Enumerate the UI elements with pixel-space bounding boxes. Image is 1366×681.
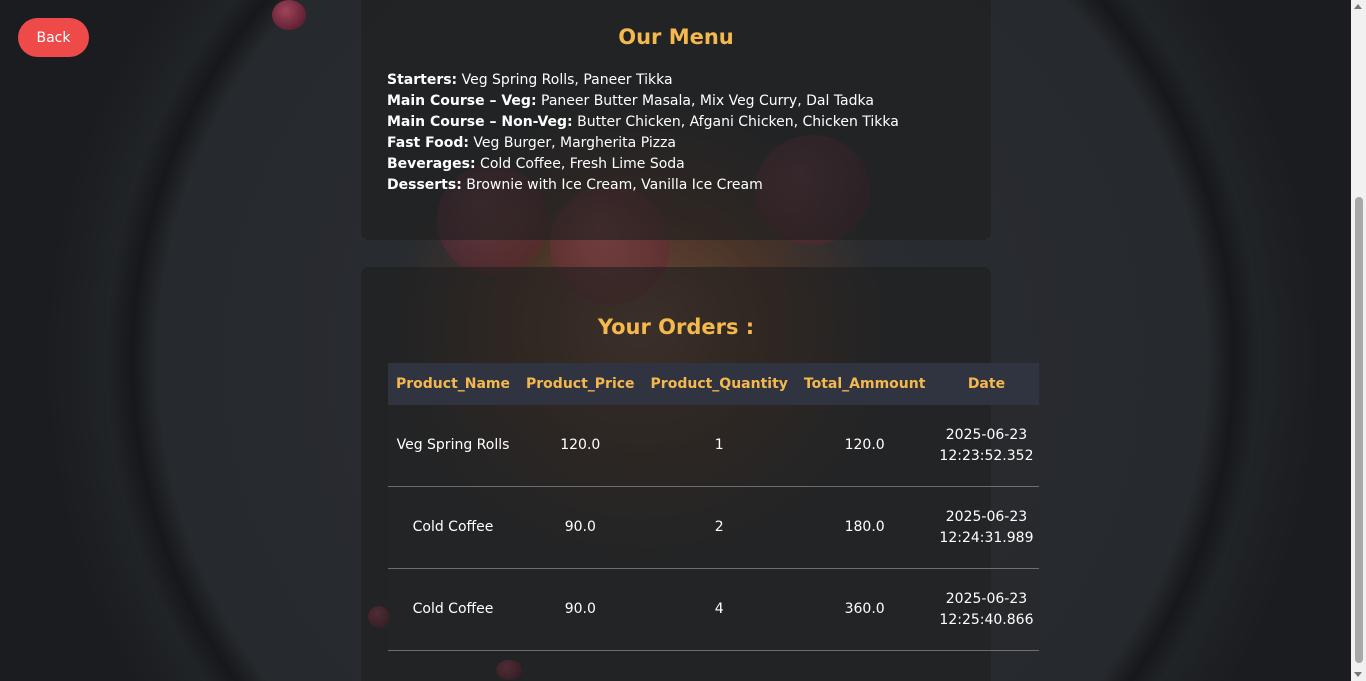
table-row: Cold Coffee 90.0 2 180.0 2025-06-23 12:2… [388,486,1040,569]
menu-items: Veg Burger, Margherita Pizza [473,135,676,151]
menu-items: Brownie with Ice Cream, Vanilla Ice Crea… [466,177,763,193]
cell-product-quantity: 4 [642,568,796,651]
menu-category: Fast Food: [387,135,469,151]
menu-category: Main Course – Veg: [387,93,537,109]
cell-total-amount: 120.0 [795,405,934,487]
menu-category: Desserts: [387,177,462,193]
cell-total-amount: 180.0 [795,486,934,569]
menu-items: Veg Spring Rolls, Paneer Tikka [461,72,673,88]
table-row: Veg Spring Rolls 120.0 1 120.0 2025-06-2… [388,405,1040,487]
column-header-product-price: Product_Price [518,363,643,405]
menu-items: Cold Coffee, Fresh Lime Soda [480,156,685,172]
menu-category: Main Course – Non-Veg: [387,114,573,130]
column-header-product-name: Product_Name [388,363,519,405]
cell-date: 2025-06-23 12:24:31.989 [933,486,1040,569]
cell-date: 2025-06-23 12:25:40.866 [933,568,1040,651]
cell-total-amount: 360.0 [795,568,934,651]
column-header-total-amount: Total_Ammount [795,363,934,405]
orders-table: Product_Name Product_Price Product_Quant… [388,363,1040,651]
column-header-product-quantity: Product_Quantity [642,363,796,405]
menu-list: Starters: Veg Spring Rolls, Paneer Tikka… [387,70,899,196]
cell-product-name: Cold Coffee [388,486,519,569]
column-header-date: Date [933,363,1040,405]
orders-panel: Your Orders : Product_Name Product_Price… [361,267,1040,681]
scroll-down-arrow-icon[interactable] [1354,672,1362,677]
menu-panel: Our Menu Starters: Veg Spring Rolls, Pan… [361,0,991,240]
menu-line-beverages: Beverages: Cold Coffee, Fresh Lime Soda [387,154,899,175]
scrollbar-thumb[interactable] [1355,197,1363,663]
raspberry-decoration [272,0,306,30]
menu-line-desserts: Desserts: Brownie with Ice Cream, Vanill… [387,175,899,196]
cell-product-quantity: 2 [642,486,796,569]
menu-items: Paneer Butter Masala, Mix Veg Curry, Dal… [541,93,874,109]
menu-line-starters: Starters: Veg Spring Rolls, Paneer Tikka [387,70,899,91]
cell-product-quantity: 1 [642,405,796,487]
cell-product-name: Veg Spring Rolls [388,405,519,487]
cell-date: 2025-06-23 12:23:52.352 [933,405,1040,487]
menu-items: Butter Chicken, Afgani Chicken, Chicken … [577,114,899,130]
page-scrollbar[interactable] [1351,0,1366,681]
menu-line-fast-food: Fast Food: Veg Burger, Margherita Pizza [387,133,899,154]
menu-title: Our Menu [618,25,734,49]
table-row: Cold Coffee 90.0 4 360.0 2025-06-23 12:2… [388,568,1040,651]
menu-category: Beverages: [387,156,476,172]
menu-category: Starters: [387,72,458,88]
menu-line-main-veg: Main Course – Veg: Paneer Butter Masala,… [387,91,899,112]
scroll-up-arrow-icon[interactable] [1354,4,1362,9]
orders-title: Your Orders : [597,315,755,339]
back-button[interactable]: Back [18,18,89,57]
menu-line-main-non-veg: Main Course – Non-Veg: Butter Chicken, A… [387,112,899,133]
cell-product-price: 90.0 [518,486,643,569]
table-header-row: Product_Name Product_Price Product_Quant… [388,363,1040,405]
cell-product-price: 120.0 [518,405,643,487]
cell-product-name: Cold Coffee [388,568,519,651]
cell-product-price: 90.0 [518,568,643,651]
